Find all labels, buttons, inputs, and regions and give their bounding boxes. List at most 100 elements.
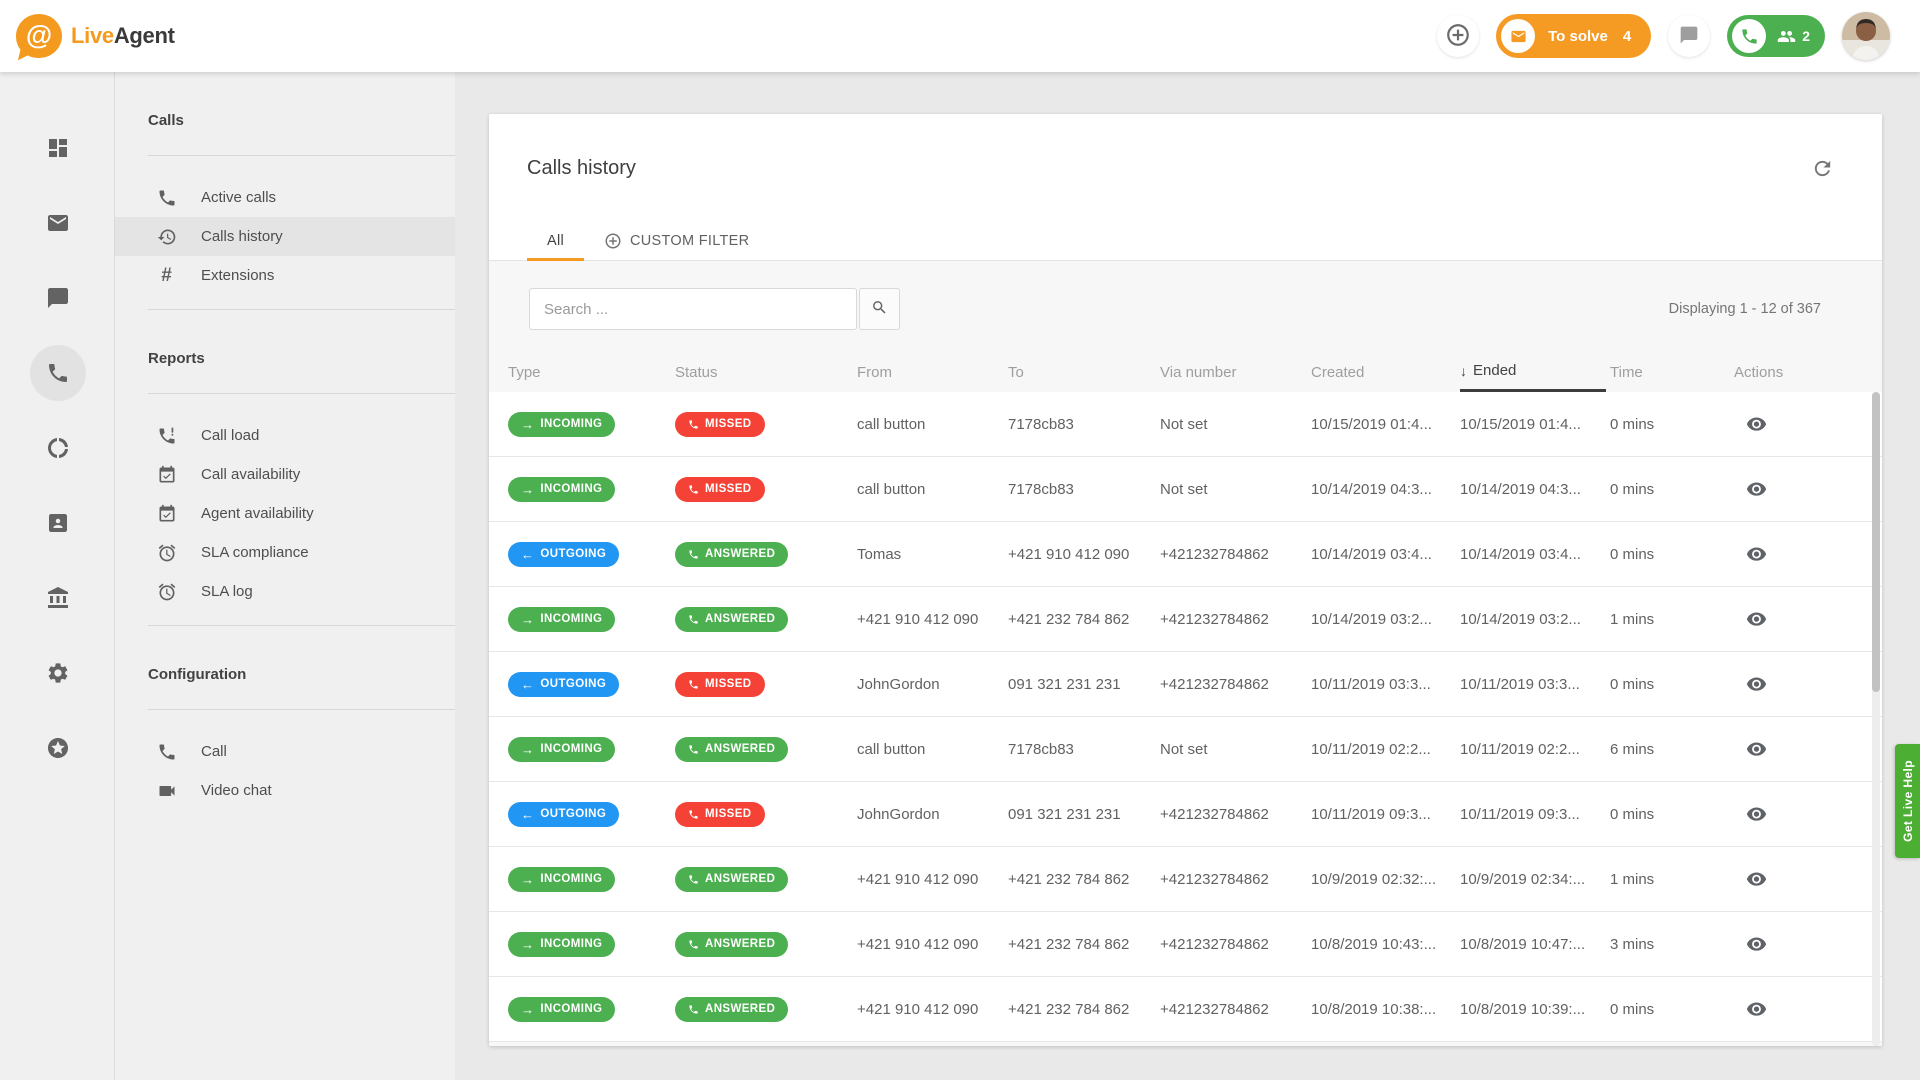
column-header-label: Ended [1473, 362, 1516, 379]
table-row[interactable]: ← OUTGOING MISSED JohnGordon 091 321 231… [489, 782, 1882, 847]
nav-item-label: Extensions [201, 267, 274, 284]
column-header-created[interactable]: Created [1311, 352, 1460, 392]
envelope-icon [1501, 19, 1535, 53]
search-button[interactable] [859, 288, 900, 330]
tab-custom-filter[interactable]: CUSTOM FILTER [584, 222, 769, 261]
nav-item-call-availability[interactable]: Call availability [115, 455, 455, 494]
calls-history-card: Calls history AllCUSTOM FILTER Displayin… [489, 114, 1882, 1046]
nav-item-video-chat[interactable]: Video chat [115, 771, 455, 810]
nav-item-label: Agent availability [201, 505, 314, 522]
sort-arrow-down-icon: ↓ [1460, 363, 1467, 379]
nav-item-active-calls[interactable]: Active calls [115, 178, 455, 217]
created-cell: 10/9/2019 02:32:... [1311, 871, 1460, 888]
get-live-help-tab[interactable]: Get Live Help [1895, 744, 1920, 858]
status-cell: MISSED [675, 672, 857, 697]
history-icon [156, 226, 177, 247]
nav-item-call[interactable]: Call [115, 732, 455, 771]
rail-item-dashboard[interactable] [30, 120, 86, 176]
status-cell: ANSWERED [675, 932, 857, 957]
rail-item-settings[interactable] [30, 645, 86, 701]
column-header-type[interactable]: Type [508, 352, 675, 392]
search-input[interactable] [529, 288, 857, 330]
call-status-badge: MISSED [675, 672, 765, 697]
view-call-button[interactable] [1742, 998, 1771, 1021]
rail-item-chats[interactable] [30, 270, 86, 326]
actions-cell [1734, 998, 1870, 1021]
table-row[interactable]: ← OUTGOING ANSWERED Tomas +421 910 412 0… [489, 522, 1882, 587]
column-header-time[interactable]: Time [1610, 352, 1734, 392]
view-call-button[interactable] [1742, 478, 1771, 501]
column-header-from[interactable]: From [857, 352, 1008, 392]
page-title: Calls history [527, 157, 636, 180]
phone-icon [688, 809, 705, 820]
view-call-button[interactable] [1742, 608, 1771, 631]
ended-cell: 10/15/2019 01:4... [1460, 416, 1610, 433]
nav-item-sla-compliance[interactable]: SLA compliance [115, 533, 455, 572]
topbar-actions: To solve 4 2 [1437, 0, 1890, 72]
direction-arrow-icon: → [521, 873, 534, 886]
view-call-button[interactable] [1742, 543, 1771, 566]
table-row[interactable]: ← OUTGOING MISSED JohnGordon 091 321 231… [489, 652, 1882, 717]
view-call-button[interactable] [1742, 803, 1771, 826]
people-icon [1766, 30, 1796, 43]
rail-item-calls[interactable] [30, 345, 86, 401]
logo-at-glyph: @ [26, 20, 52, 51]
add-button[interactable] [1437, 15, 1479, 57]
view-call-button[interactable] [1742, 868, 1771, 891]
from-cell: +421 910 412 090 [857, 871, 1008, 888]
call-status-badge: ANSWERED [675, 932, 788, 957]
type-cell: ← OUTGOING [508, 672, 675, 697]
rail-item-company[interactable] [30, 570, 86, 626]
scrollbar-thumb[interactable] [1872, 392, 1880, 692]
table-row[interactable]: → INCOMING ANSWERED +421 910 412 090 +42… [489, 587, 1882, 652]
actions-cell [1734, 673, 1870, 696]
nav-item-label: SLA log [201, 583, 253, 600]
chats-button[interactable] [1668, 15, 1710, 57]
ended-cell: 10/14/2019 03:4... [1460, 546, 1610, 563]
rail-item-tickets[interactable] [30, 195, 86, 251]
table-header-row: Type StatusFromToVia numberCreated↓ Ended T… [489, 352, 1882, 392]
table-row[interactable]: → INCOMING MISSED call button 7178cb83 N… [489, 392, 1882, 457]
to-solve-label: To solve [1548, 28, 1608, 45]
tab-all[interactable]: All [527, 222, 584, 261]
call-type-badge: → INCOMING [508, 867, 615, 892]
rail-item-social[interactable] [30, 420, 86, 476]
column-header-status[interactable]: Status [675, 352, 857, 392]
nav-item-calls-history[interactable]: Calls history [115, 217, 455, 256]
time-cell: 0 mins [1610, 481, 1734, 498]
nav-item-call-load[interactable]: Call load [115, 416, 455, 455]
table-row[interactable]: → INCOMING ANSWERED +421 910 412 090 +42… [489, 912, 1882, 977]
from-cell: Tomas [857, 546, 1008, 563]
column-header-actions[interactable]: Actions [1734, 352, 1870, 392]
to-cell: 091 321 231 231 [1008, 676, 1160, 693]
table-row[interactable]: → INCOMING ANSWERED +421 910 412 090 +42… [489, 847, 1882, 912]
column-header-to[interactable]: To [1008, 352, 1160, 392]
view-call-button[interactable] [1742, 738, 1771, 761]
table-row[interactable]: → INCOMING ANSWERED call button 7178cb83… [489, 717, 1882, 782]
column-header-ended[interactable]: ↓ Ended [1460, 352, 1606, 392]
view-call-button[interactable] [1742, 673, 1771, 696]
call-icon [156, 741, 177, 762]
view-call-button[interactable] [1742, 933, 1771, 956]
refresh-button[interactable] [1809, 157, 1835, 183]
table-section: Displaying 1 - 12 of 367 TypeStatusFromT… [489, 261, 1882, 1046]
time-cell: 0 mins [1610, 546, 1734, 563]
calendar-check-icon [156, 503, 177, 524]
nav-item-agent-availability[interactable]: Agent availability [115, 494, 455, 533]
avatar-photo [1842, 12, 1890, 60]
nav-item-sla-log[interactable]: SLA log [115, 572, 455, 611]
table-row[interactable]: → INCOMING MISSED call button 7178cb83 N… [489, 457, 1882, 522]
column-header-via-number[interactable]: Via number [1160, 352, 1311, 392]
ended-cell: 10/9/2019 02:34:... [1460, 871, 1610, 888]
calls-queue-button[interactable]: 2 [1727, 15, 1825, 57]
view-call-button[interactable] [1742, 413, 1771, 436]
divider [148, 709, 455, 710]
rail-item-contacts[interactable] [30, 495, 86, 551]
rail-item-upgrade[interactable] [30, 720, 86, 776]
user-avatar[interactable] [1842, 12, 1890, 60]
nav-section-header: Reports [148, 350, 455, 367]
table-row[interactable]: → INCOMING ANSWERED +421 910 412 090 +42… [489, 977, 1882, 1042]
column-header-label: Type [508, 364, 541, 381]
nav-item-extensions[interactable]: #Extensions [115, 256, 455, 295]
to-solve-button[interactable]: To solve 4 [1496, 14, 1651, 58]
